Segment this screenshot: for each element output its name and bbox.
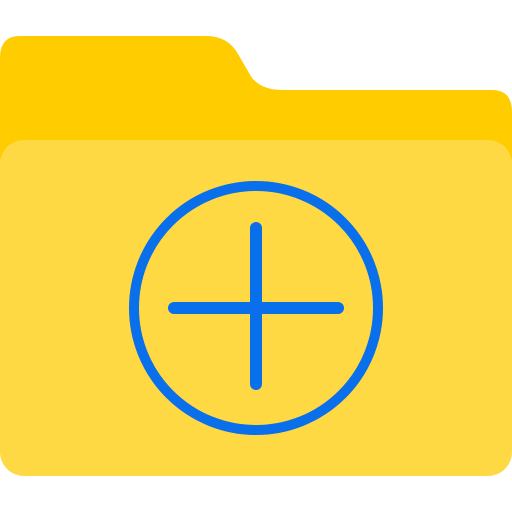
icon-canvas	[0, 0, 512, 512]
folder-add-icon[interactable]	[0, 0, 512, 512]
